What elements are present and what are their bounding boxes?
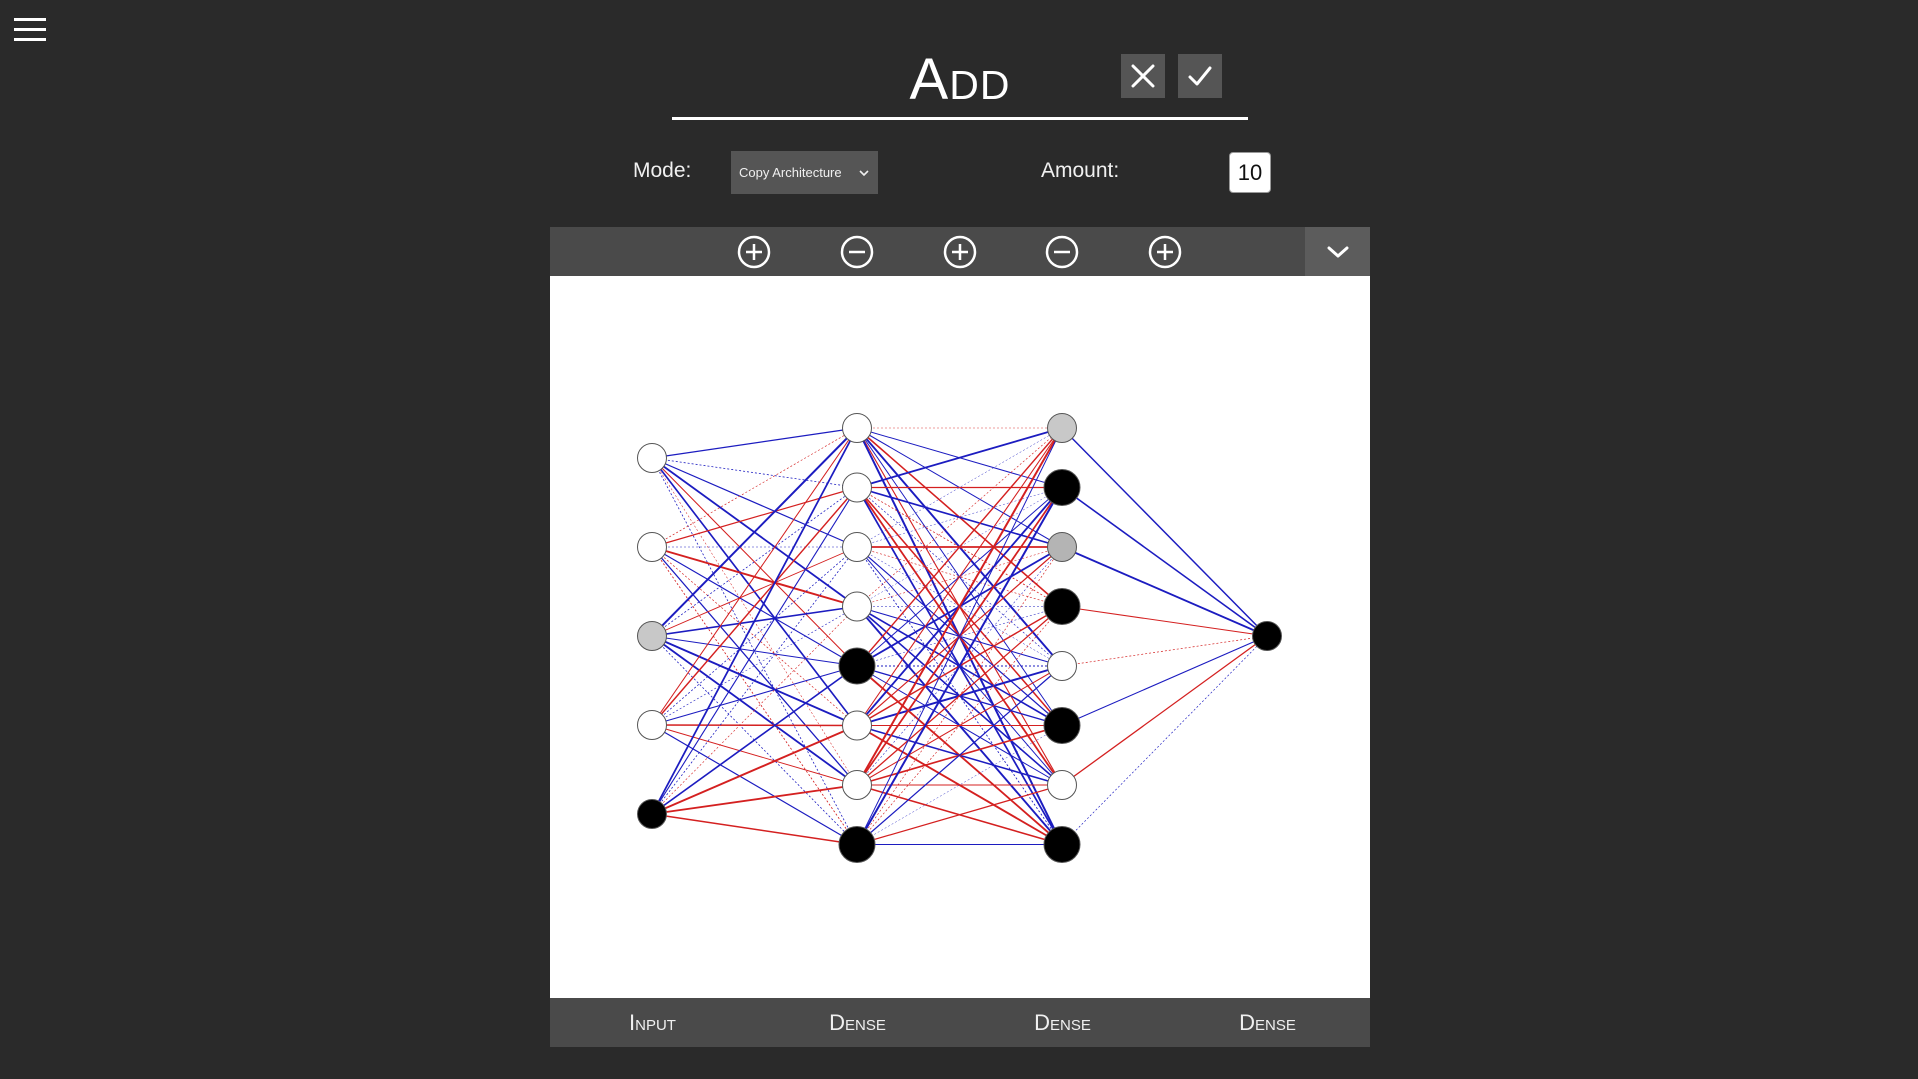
- connection-edge: [651, 665, 858, 815]
- connection-edge: [651, 486, 858, 548]
- neuron-node[interactable]: [1043, 588, 1081, 625]
- collapse-toolbar-button[interactable]: [1305, 227, 1370, 276]
- neuron-node[interactable]: [637, 532, 667, 562]
- connection-edge: [651, 457, 858, 548]
- neuron-node[interactable]: [842, 472, 872, 503]
- neuron-node[interactable]: [1047, 413, 1077, 443]
- neuron-node[interactable]: [842, 591, 872, 622]
- neuron-node[interactable]: [1047, 532, 1077, 562]
- connection-edge: [651, 724, 858, 846]
- connection-edge: [651, 427, 858, 815]
- amount-label: Amount:: [1041, 159, 1120, 182]
- plus-circle-icon: [1148, 235, 1182, 269]
- connection-edge: [651, 487, 858, 815]
- plus-circle-icon: [737, 235, 771, 269]
- connection-edge: [1061, 605, 1268, 637]
- neuron-node[interactable]: [842, 532, 872, 562]
- layer-label-dense-3[interactable]: Dense: [1165, 998, 1370, 1047]
- minus-circle-icon: [840, 235, 874, 269]
- neuron-node[interactable]: [637, 443, 667, 473]
- connection-edge: [651, 487, 858, 726]
- neuron-node[interactable]: [637, 621, 667, 651]
- amount-input[interactable]: [1229, 152, 1271, 193]
- layer-label-input[interactable]: Input: [550, 998, 755, 1047]
- neuron-node[interactable]: [1047, 651, 1077, 681]
- neuron-node[interactable]: [1043, 826, 1081, 863]
- connection-edge: [651, 427, 858, 459]
- connection-edge: [651, 813, 858, 846]
- layer-label-dense-2[interactable]: Dense: [960, 998, 1165, 1047]
- network-canvas: [550, 276, 1370, 998]
- connection-edge: [1061, 635, 1268, 845]
- add-neuron-button-1[interactable]: [736, 234, 772, 270]
- connection-edge: [651, 457, 858, 667]
- neuron-node[interactable]: [637, 799, 667, 829]
- add-neuron-button-3[interactable]: [1147, 234, 1183, 270]
- connection-edge: [856, 546, 1063, 845]
- layer-toolbar: [550, 227, 1370, 276]
- mode-select-value: Copy Architecture: [739, 165, 842, 180]
- connection-edge: [651, 546, 858, 786]
- connection-edge: [1061, 427, 1268, 637]
- connection-edge: [651, 784, 858, 815]
- neuron-node[interactable]: [637, 710, 667, 740]
- neuron-node[interactable]: [838, 826, 876, 863]
- chevron-down-icon: [1327, 246, 1348, 257]
- connection-edge: [1061, 635, 1268, 786]
- confirm-button[interactable]: [1178, 54, 1222, 98]
- neuron-node[interactable]: [1252, 621, 1282, 651]
- close-icon: [1131, 64, 1155, 88]
- connection-edge: [651, 724, 858, 727]
- remove-neuron-button-2[interactable]: [1044, 234, 1080, 270]
- hamburger-menu-icon[interactable]: [14, 18, 50, 48]
- plus-circle-icon: [943, 235, 977, 269]
- chevron-down-icon: [859, 169, 869, 176]
- connection-edge: [651, 427, 858, 637]
- neuron-node[interactable]: [838, 647, 876, 685]
- neuron-node[interactable]: [842, 710, 872, 741]
- neuron-node[interactable]: [1043, 707, 1081, 744]
- neuron-node[interactable]: [1047, 770, 1077, 800]
- connection-edge: [651, 606, 858, 815]
- layer-type-bar: Input Dense Dense Dense: [550, 998, 1370, 1047]
- minus-circle-icon: [1045, 235, 1079, 269]
- remove-neuron-button-1[interactable]: [839, 234, 875, 270]
- connection-edge: [1061, 486, 1268, 637]
- add-neuron-button-2[interactable]: [942, 234, 978, 270]
- neuron-node[interactable]: [1043, 469, 1081, 506]
- connection-edge: [1061, 635, 1268, 667]
- connection-edge: [651, 724, 858, 815]
- connection-edge: [1061, 635, 1268, 726]
- neuron-node[interactable]: [842, 770, 872, 800]
- cancel-button[interactable]: [1121, 54, 1165, 98]
- layer-label-dense-1[interactable]: Dense: [755, 998, 960, 1047]
- neuron-node[interactable]: [842, 413, 872, 443]
- connection-edges: [651, 427, 1268, 846]
- connection-edge: [1061, 546, 1268, 637]
- mode-select[interactable]: Copy Architecture: [731, 151, 878, 194]
- mode-label: Mode:: [633, 159, 692, 182]
- connection-edge: [651, 665, 858, 726]
- check-icon: [1188, 66, 1212, 86]
- network-graph: [637, 413, 1282, 863]
